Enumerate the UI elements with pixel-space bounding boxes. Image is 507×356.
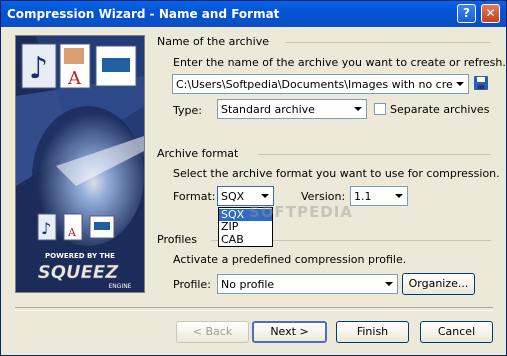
profiles-instruction: Activate a predefined compression profil… (173, 253, 407, 266)
format-instruction: Select the archive format you want to us… (173, 167, 500, 180)
powered-by-text: POWERED BY THE (45, 252, 115, 260)
separate-archives-label[interactable]: Separate archives (390, 103, 489, 116)
close-button[interactable]: ✕ (481, 4, 500, 23)
svg-text:A: A (67, 226, 77, 239)
brand-logo-text: SQUEEZ (38, 262, 119, 283)
profile-label: Profile: (173, 278, 211, 291)
format-value: SQX (221, 190, 245, 203)
divider (259, 154, 491, 155)
type-label: Type: (173, 104, 202, 117)
organize-button[interactable]: Organize... (402, 273, 475, 295)
next-button[interactable]: Next > (252, 321, 327, 343)
sidebar-banner: ♪ A ♪ A POWERED BY THE SQUEEZ ENGINE (15, 35, 145, 293)
svg-text:♪: ♪ (41, 219, 51, 238)
chevron-down-icon[interactable] (350, 102, 365, 116)
window-title: Compression Wizard - Name and Format (7, 7, 280, 21)
name-instruction: Enter the name of the archive you want t… (173, 56, 506, 69)
chevron-down-icon[interactable] (257, 189, 272, 203)
name-section-heading: Name of the archive (157, 35, 269, 48)
version-select[interactable]: 1.1 (350, 186, 408, 206)
format-option-zip[interactable]: ZIP (219, 221, 272, 233)
help-button[interactable]: ? (457, 4, 476, 23)
archive-type-value: Standard archive (221, 103, 315, 116)
button-separator (15, 307, 493, 311)
save-icon[interactable] (474, 76, 488, 90)
format-option-cab[interactable]: CAB (219, 234, 272, 246)
version-label: Version: (301, 190, 346, 203)
separate-archives-checkbox[interactable] (374, 103, 386, 115)
profiles-section-heading: Profiles (157, 233, 197, 246)
archive-type-select[interactable]: Standard archive (217, 99, 367, 119)
wizard-window: Compression Wizard - Name and Format ? ✕… (0, 0, 507, 356)
version-value: 1.1 (354, 190, 372, 203)
archive-path-combobox[interactable]: C:\Users\Softpedia\Documents\Images with… (172, 74, 469, 94)
back-button[interactable]: < Back (176, 321, 249, 343)
svg-text:♪: ♪ (29, 51, 48, 86)
title-bar: Compression Wizard - Name and Format ? ✕ (1, 1, 506, 27)
watermark-text: SOFTPEDIA (249, 203, 353, 221)
format-label: Format: (173, 190, 216, 203)
finish-button[interactable]: Finish (336, 321, 409, 343)
chevron-down-icon[interactable] (381, 277, 396, 291)
banner-art: ♪ A ♪ A POWERED BY THE SQUEEZ ENGINE (16, 36, 144, 292)
cancel-button[interactable]: Cancel (420, 321, 493, 343)
archive-path-value: C:\Users\Softpedia\Documents\Images with… (176, 78, 452, 91)
chevron-down-icon[interactable] (452, 77, 467, 91)
svg-text:A: A (67, 68, 82, 89)
divider (285, 42, 491, 43)
profile-select[interactable]: No profile (217, 274, 398, 294)
profile-value: No profile (221, 278, 275, 291)
format-section-heading: Archive format (157, 147, 239, 160)
chevron-down-icon[interactable] (391, 189, 406, 203)
engine-text: ENGINE (109, 283, 132, 290)
